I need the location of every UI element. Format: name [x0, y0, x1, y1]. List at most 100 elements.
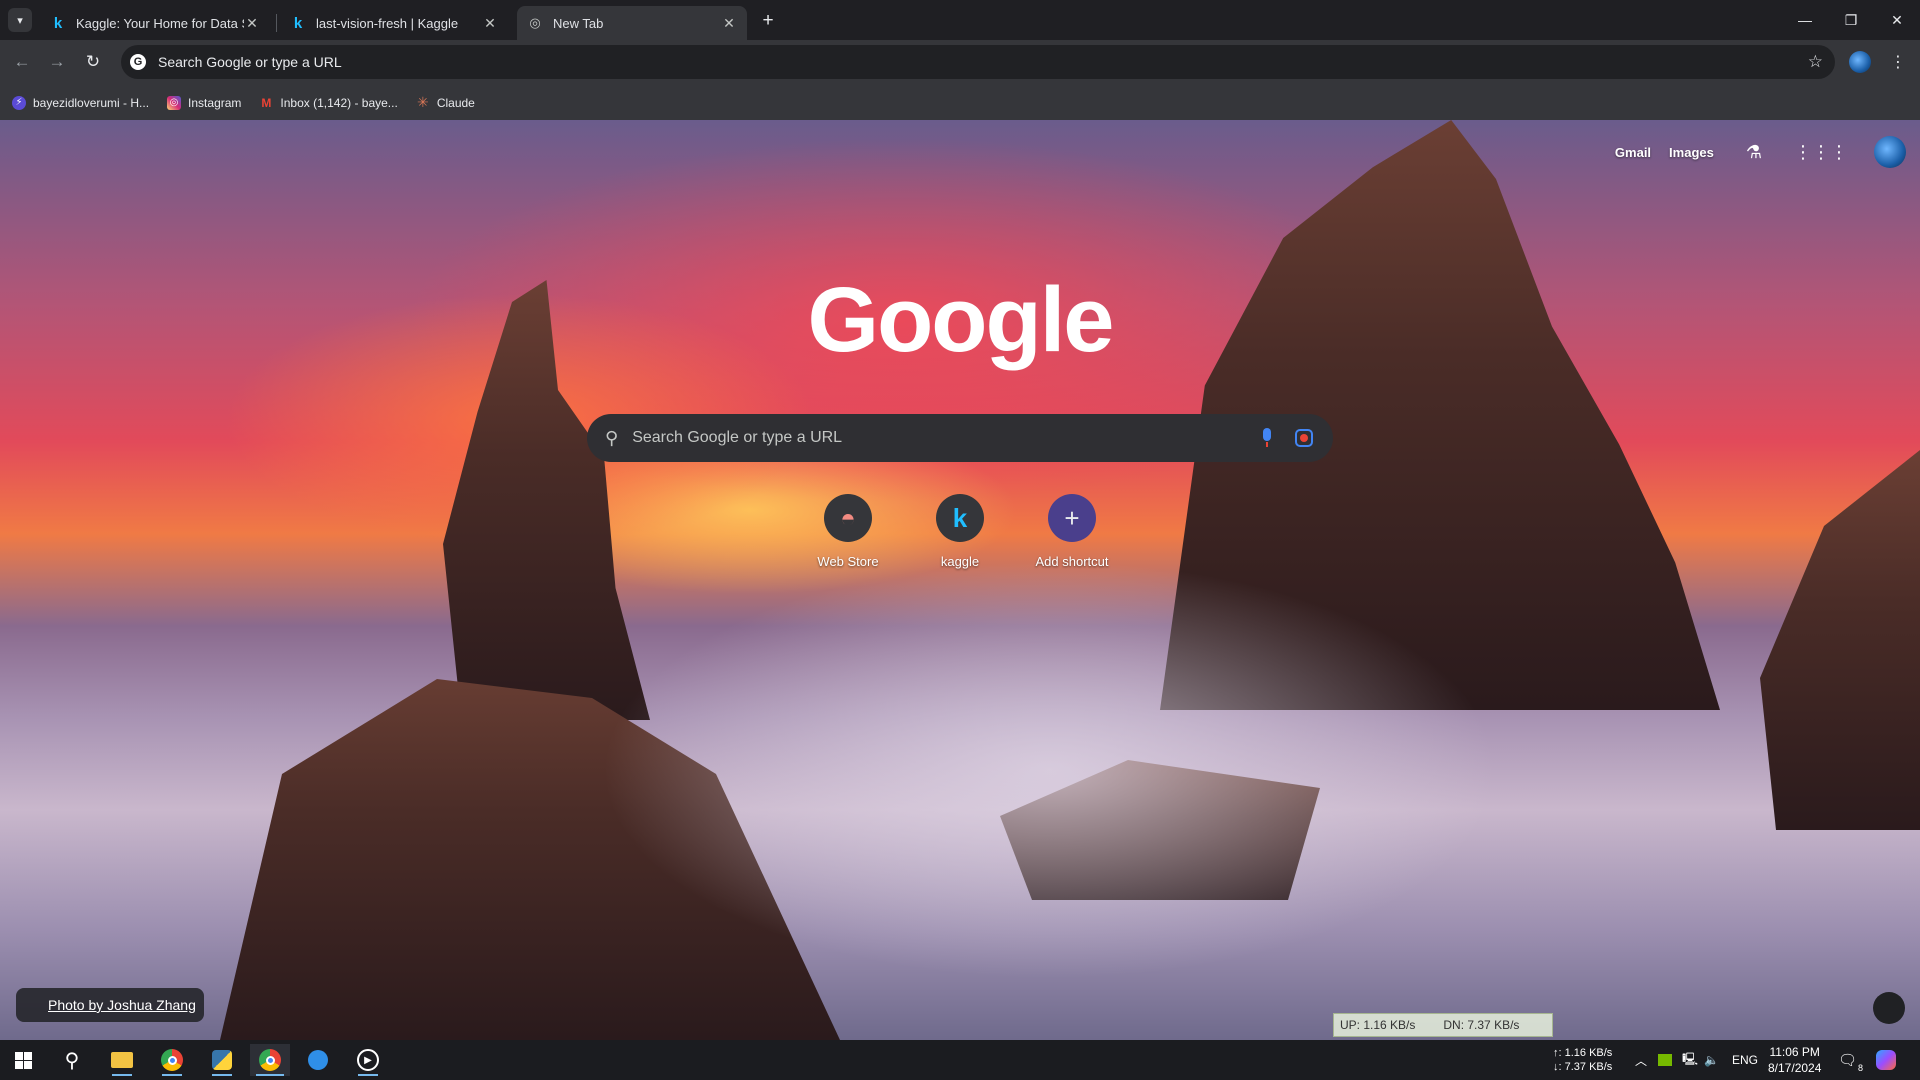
app-taskbar-button[interactable] — [202, 1044, 242, 1076]
search-input[interactable]: Search Google or type a URL — [632, 429, 1261, 447]
background-mist — [600, 560, 1500, 980]
restore-button[interactable]: ❐ — [1828, 0, 1874, 40]
running-indicator — [212, 1074, 232, 1076]
tab-kaggle-home[interactable]: k Kaggle: Your Home for Data Sci ✕ — [40, 6, 270, 40]
apps-grid-icon[interactable]: ⋮⋮⋮ — [1794, 142, 1848, 163]
close-icon[interactable]: ✕ — [482, 15, 498, 31]
background-rock-edge — [1760, 450, 1920, 830]
language-indicator[interactable]: ENG — [1732, 1040, 1758, 1080]
close-icon[interactable]: ✕ — [721, 15, 737, 31]
bookmark-bayezid[interactable]: ⚡ bayezidloverumi - H... — [12, 95, 150, 110]
bookmark-label: bayezidloverumi - H... — [33, 95, 150, 110]
plus-icon: + — [1048, 494, 1096, 542]
bookmark-label: Instagram — [188, 95, 242, 110]
kaggle-icon: k — [53, 14, 63, 32]
media-player-button[interactable]: ▶ — [348, 1044, 388, 1076]
speaker-icon: 🔈 — [1704, 1053, 1719, 1067]
address-bar-text[interactable]: Search Google or type a URL — [158, 54, 1808, 70]
chrome-icon: ◎ — [529, 15, 541, 30]
forward-button[interactable]: → — [43, 48, 71, 76]
play-icon: ▶ — [357, 1049, 379, 1071]
tab-title: Kaggle: Your Home for Data Sci — [76, 15, 244, 31]
close-window-button[interactable]: ✕ — [1874, 0, 1920, 40]
search-icon: ⚲ — [605, 427, 619, 448]
google-lens-icon[interactable] — [1295, 429, 1313, 447]
minimize-icon: — — [1798, 12, 1812, 28]
chrome-icon — [259, 1049, 281, 1071]
clock[interactable]: 11:06 PM 8/17/2024 — [1768, 1040, 1821, 1080]
shortcut-label: Web Store — [817, 554, 879, 569]
tab-new-tab[interactable]: ◎ New Tab ✕ — [517, 6, 747, 40]
labs-flask-icon[interactable]: ⚗ — [1746, 142, 1762, 163]
running-indicator — [162, 1074, 182, 1076]
windows-taskbar: ⚲ ▶ ↑: 1.16 KB/s ↓: 7.37 KB/s ︿ 🖳 🔈 ENG … — [0, 1040, 1920, 1080]
volume-tray-icon[interactable]: 🔈 — [1704, 1040, 1719, 1080]
top-links: Gmail Images ⚗ ⋮⋮⋮ — [1615, 120, 1920, 184]
start-button[interactable] — [3, 1044, 43, 1076]
network-tray-icon[interactable]: 🖳 — [1682, 1040, 1698, 1080]
chrome-active-taskbar-button[interactable] — [250, 1044, 290, 1076]
app-store-button[interactable] — [298, 1044, 338, 1076]
bolt-icon: ⚡ — [12, 95, 26, 110]
chrome-icon — [161, 1049, 183, 1071]
reload-icon: ↻ — [85, 52, 101, 71]
web-store-icon: ◓ — [824, 494, 872, 542]
tab-separator — [276, 14, 277, 32]
language-text: ENG — [1732, 1053, 1759, 1067]
plus-icon: + — [762, 10, 774, 31]
copilot-button[interactable] — [1876, 1040, 1896, 1080]
notification-icon: 🗨 8 — [1838, 1052, 1864, 1073]
search-icon: ⚲ — [64, 1049, 80, 1072]
browser-toolbar: ← → ↻ G Search Google or type a URL ☆ ⋮ — [0, 40, 1920, 85]
kaggle-icon: k — [936, 494, 984, 542]
tab-search-button[interactable]: ▾ — [8, 8, 32, 32]
new-tab-button[interactable]: + — [756, 9, 780, 33]
minimize-button[interactable]: — — [1782, 0, 1828, 40]
instagram-icon: ◎ — [167, 95, 182, 110]
tray-net-up: ↑: 1.16 KB/s — [1553, 1047, 1613, 1059]
tray-net-down: ↓: 7.37 KB/s — [1553, 1061, 1613, 1073]
bookmark-claude[interactable]: ✳ Claude — [416, 94, 475, 110]
shortcut-kaggle[interactable]: k kaggle — [904, 494, 1016, 578]
clock-date: 8/17/2024 — [1768, 1061, 1822, 1075]
bookmark-gmail-inbox[interactable]: M Inbox (1,142) - baye... — [259, 96, 397, 110]
search-button[interactable]: ⚲ — [52, 1044, 92, 1076]
shortcut-add[interactable]: + Add shortcut — [1016, 494, 1128, 578]
bookmark-label: Claude — [436, 95, 475, 110]
gmail-link[interactable]: Gmail — [1615, 145, 1651, 160]
shortcut-web-store[interactable]: ◓ Web Store — [792, 494, 904, 578]
arrow-right-icon: → — [48, 52, 66, 71]
file-explorer-button[interactable] — [102, 1044, 142, 1076]
menu-button[interactable]: ⋮ — [1886, 50, 1910, 74]
account-avatar[interactable] — [1874, 136, 1906, 168]
tab-last-vision-fresh[interactable]: k last-vision-fresh | Kaggle ✕ — [280, 6, 508, 40]
running-indicator — [358, 1074, 378, 1076]
net-down-text: DN: 7.37 KB/s — [1443, 1018, 1520, 1032]
bookmark-instagram[interactable]: ◎ Instagram — [167, 95, 242, 110]
folder-icon — [111, 1052, 133, 1068]
microphone-icon[interactable] — [1261, 428, 1273, 448]
tab-title: New Tab — [553, 15, 604, 31]
address-bar[interactable]: G Search Google or type a URL ☆ — [121, 45, 1835, 79]
nvidia-icon — [1658, 1054, 1672, 1066]
running-indicator — [256, 1074, 284, 1076]
back-button[interactable]: ← — [8, 48, 36, 76]
show-hidden-icons-button[interactable]: ︿ — [1635, 1040, 1647, 1080]
bookmarks-bar: ⚡ bayezidloverumi - H... ◎ Instagram M I… — [0, 85, 1920, 120]
network-meter: UP: 1.16 KB/s DN: 7.37 KB/s — [1333, 1013, 1553, 1037]
bookmark-star-icon[interactable]: ☆ — [1808, 52, 1823, 72]
chrome-taskbar-button[interactable] — [152, 1044, 192, 1076]
google-icon: G — [130, 54, 146, 70]
shortcut-label: Add shortcut — [1035, 554, 1109, 569]
python-icon — [212, 1050, 232, 1070]
profile-avatar-button[interactable] — [1849, 51, 1871, 73]
ntp-search-box[interactable]: ⚲ Search Google or type a URL — [587, 414, 1333, 462]
reload-button[interactable]: ↻ — [79, 48, 107, 76]
customize-chrome-button[interactable] — [1873, 992, 1905, 1024]
images-link[interactable]: Images — [1669, 145, 1714, 160]
close-icon[interactable]: ✕ — [244, 15, 260, 31]
kaggle-icon: k — [293, 14, 303, 32]
tray-app-icon[interactable] — [1658, 1040, 1672, 1080]
notification-center-button[interactable]: 🗨 8 — [1838, 1040, 1864, 1080]
photo-credit-link[interactable]: Photo by Joshua Zhang — [16, 988, 204, 1022]
